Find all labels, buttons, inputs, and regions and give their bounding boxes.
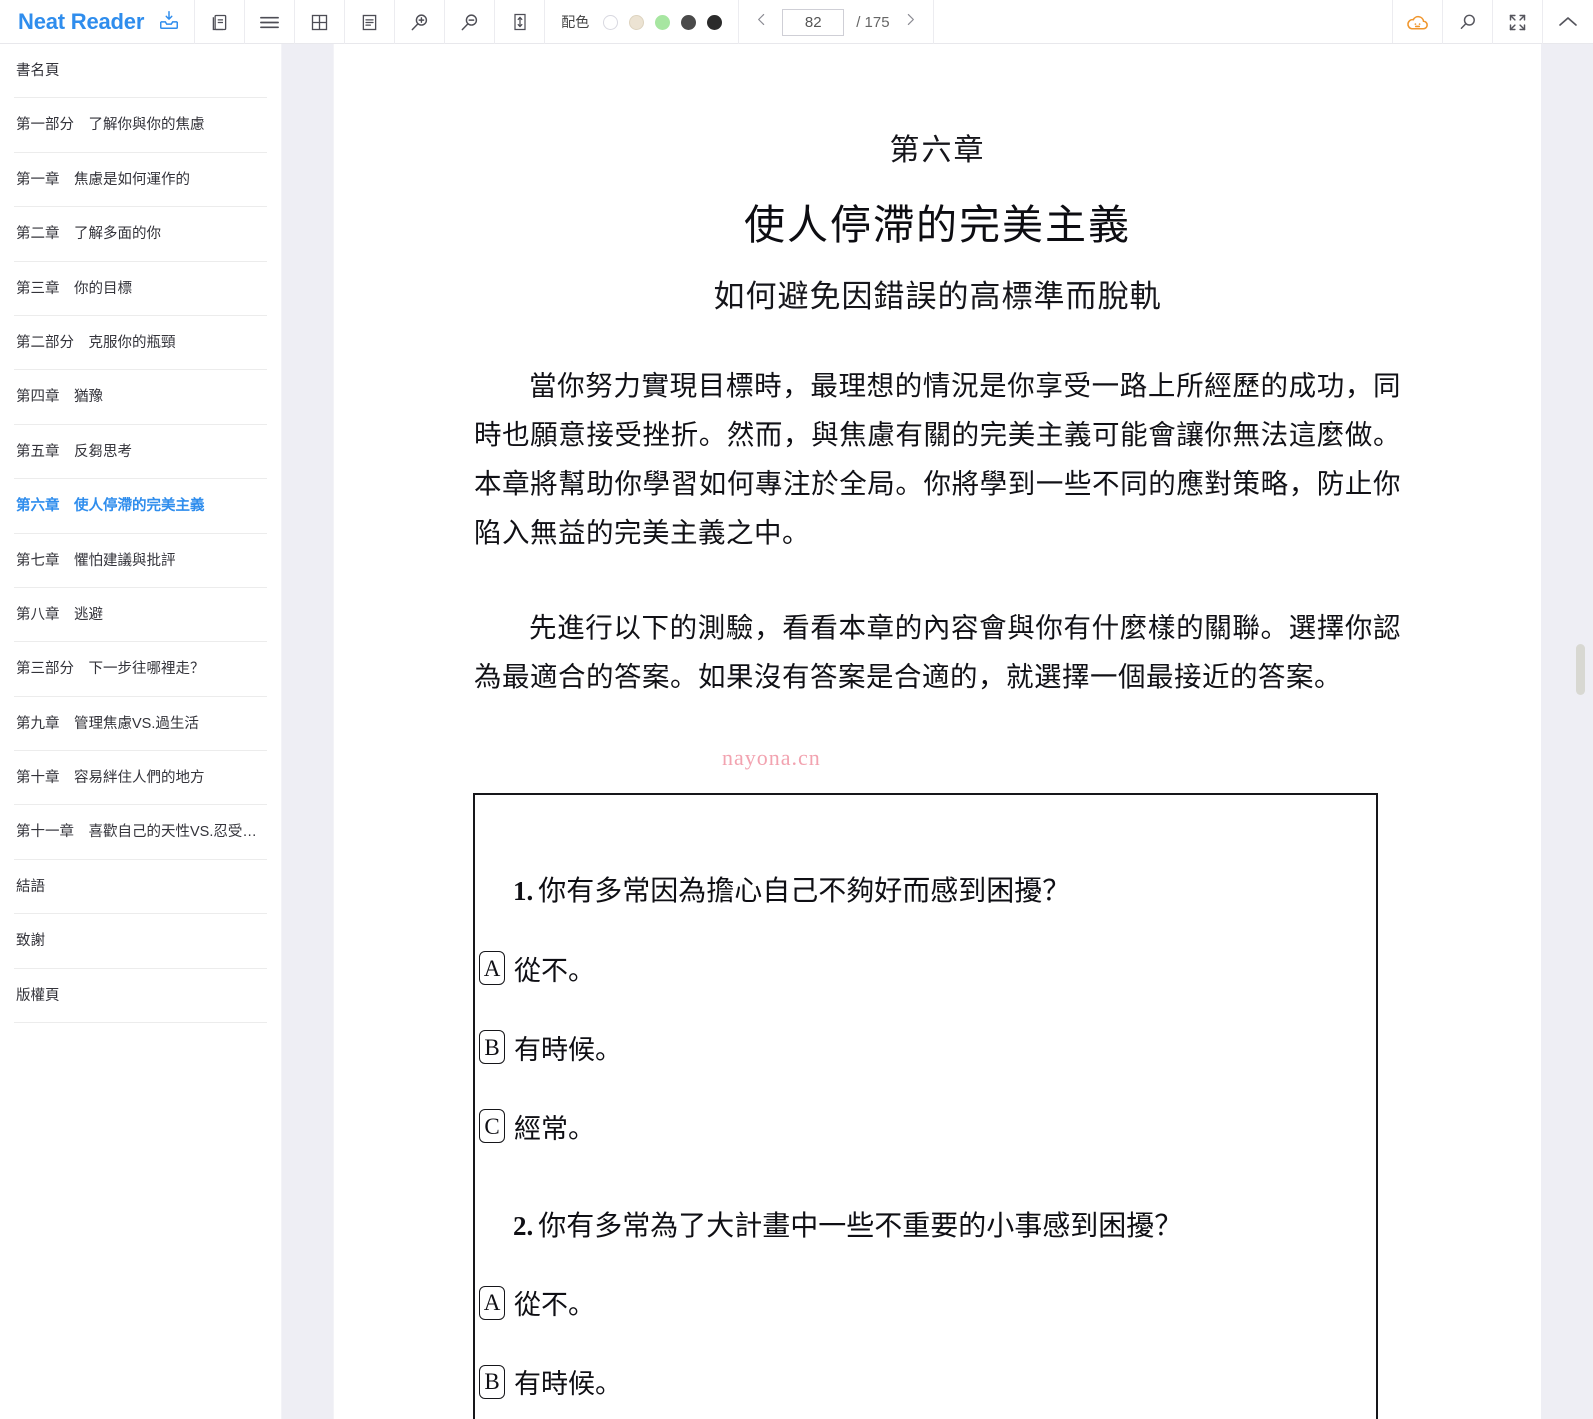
quiz-option-text-1-1: 有時候。 <box>514 1369 622 1400</box>
toc-sidebar: 書名頁 第一部分 了解你與你的焦慮 第一章 焦慮是如何運作的 第二章 了解多面的你 第三… <box>0 44 281 1419</box>
toc-item-11[interactable]: 第三部分 下一步往哪裡走？ <box>14 642 267 697</box>
menu-lines-icon[interactable] <box>245 0 296 44</box>
quiz-question-number-1: 2. <box>513 1210 534 1241</box>
toc-item-8[interactable]: 第六章 使人停滯的完美主義 <box>14 479 267 534</box>
toc-item-0[interactable]: 書名頁 <box>14 44 267 99</box>
zoom-in-icon[interactable] <box>395 0 446 44</box>
toc-item-5[interactable]: 第二部分 克服你的瓶頸 <box>14 316 267 371</box>
quiz-option-0-c[interactable]: C 經常。 <box>475 1107 1376 1146</box>
chevron-left-icon[interactable] <box>753 10 770 34</box>
quiz-content: 1. 你有多常因為擔心自己不夠好而感到困擾？ A 從不。 B 有時候。 C 經常。 2. 你有多常… <box>475 875 1376 1401</box>
quiz-question-text-0: 1. 你有多常因為擔心自己不夠好而感到困擾？ <box>513 875 1338 909</box>
body-paragraph-2: 先進行以下的測驗，看看本章的內容會與你有什麼樣的關聯。選擇你認為最適合的答案。如… <box>474 611 1401 692</box>
chevron-right-icon[interactable] <box>902 10 919 34</box>
cloud-sync-icon[interactable] <box>1393 0 1443 44</box>
text-layout-icon[interactable] <box>345 0 396 44</box>
toc-item-15[interactable]: 結語 <box>14 860 267 915</box>
quiz-option-text-0-2: 經常。 <box>514 1113 595 1144</box>
quiz-question-label-1: 你有多常為了大計畫中一些不重要的小事感到困擾？ <box>538 1210 1183 1242</box>
quiz-question-text-1: 2. 你有多常為了大計畫中一些不重要的小事感到困擾？ <box>513 1210 1338 1244</box>
quiz-option-letter-1-1: B <box>479 1364 505 1399</box>
quiz-option-1-a[interactable]: A 從不。 <box>475 1283 1376 1322</box>
body-paragraph-1: 當你努力實現目標時，最理想的情況是你享受一路上所經歷的成功，同時也願意接受挫折。… <box>474 370 1401 548</box>
app-title: Neat Reader <box>18 9 145 34</box>
toc-item-13[interactable]: 第十章 容易絆住人們的地方 <box>14 751 267 806</box>
chapter-title: 使人停滯的完美主義 <box>744 202 1131 248</box>
two-page-view-icon[interactable] <box>195 0 246 44</box>
scheme-white-swatch[interactable] <box>603 14 619 30</box>
right-rail <box>1541 44 1593 1419</box>
toolbar-spacer <box>934 0 1393 43</box>
fullscreen-icon[interactable] <box>1493 0 1543 44</box>
vertical-scrollbar-thumb[interactable] <box>1576 644 1585 695</box>
collapse-up-icon[interactable] <box>1543 0 1593 44</box>
page-number-input[interactable] <box>782 8 845 36</box>
quiz-option-letter-0-0: A <box>479 951 505 986</box>
quiz-option-1-b[interactable]: B 有時候。 <box>475 1362 1376 1401</box>
scheme-dark-gray-swatch[interactable] <box>681 14 697 30</box>
scheme-green-swatch[interactable] <box>655 14 671 30</box>
toc-item-12[interactable]: 第九章 管理焦慮VS.過生活 <box>14 697 267 752</box>
quiz-question-block-1: 2. 你有多常為了大計畫中一些不重要的小事感到困擾？ <box>475 1210 1376 1244</box>
toc-item-9[interactable]: 第七章 懼怕建議與批評 <box>14 534 267 588</box>
quiz-question-label-0: 你有多常因為擔心自己不夠好而感到困擾？ <box>538 876 1071 907</box>
line-height-icon[interactable] <box>495 0 546 44</box>
quiz-option-text-0-0: 從不。 <box>514 955 595 986</box>
toc-list: 書名頁 第一部分 了解你與你的焦慮 第一章 焦慮是如何運作的 第二章 了解多面的你 第三… <box>0 44 281 1024</box>
app-logo-group[interactable]: Neat Reader <box>0 0 196 44</box>
quiz-option-letter-0-1: B <box>479 1030 505 1065</box>
quiz-option-letter-0-2: C <box>479 1109 505 1144</box>
toc-item-7[interactable]: 第五章 反芻思考 <box>14 425 267 480</box>
toc-item-10[interactable]: 第八章 逃避 <box>14 588 267 643</box>
zoom-out-icon[interactable] <box>445 0 496 44</box>
toc-item-14[interactable]: 第十一章 喜歡自己的天性VS.忍受自… <box>14 805 267 860</box>
toc-item-6[interactable]: 第四章 猶豫 <box>14 370 267 425</box>
toc-item-17[interactable]: 版權頁 <box>14 969 267 1024</box>
search-icon[interactable] <box>1443 0 1493 44</box>
page-total-label: / 175 <box>856 13 890 31</box>
toc-item-1[interactable]: 第一部分 了解你與你的焦慮 <box>14 98 267 153</box>
quiz-option-0-a[interactable]: A 從不。 <box>475 949 1376 988</box>
quiz-option-text-1-0: 從不。 <box>514 1290 595 1321</box>
quiz-option-letter-1-0: A <box>479 1285 505 1320</box>
page-gutter <box>281 44 334 1419</box>
quiz-question-block-0: 1. 你有多常因為擔心自己不夠好而感到困擾？ <box>475 875 1376 909</box>
toc-item-16[interactable]: 致謝 <box>14 914 267 969</box>
reader-page: 第六章 使人停滯的完美主義 如何避免因錯誤的高標準而脫軌 當你努力實現目標時，最… <box>334 44 1541 1419</box>
chapter-number: 第六章 <box>889 134 986 167</box>
pager-group: / 175 <box>739 0 934 44</box>
scheme-black-swatch[interactable] <box>707 14 723 30</box>
top-toolbar: Neat Reader 配色 82 / 175 <box>0 0 1593 44</box>
quiz-box: 1. 你有多常因為擔心自己不夠好而感到困擾？ A 從不。 B 有時候。 C 經常。 2. 你有多常… <box>473 793 1378 1419</box>
color-scheme-group: 配色 <box>545 0 740 44</box>
toc-item-4[interactable]: 第三章 你的目標 <box>14 262 267 316</box>
chapter-subtitle: 如何避免因錯誤的高標準而脫軌 <box>713 279 1162 314</box>
watermark-text: nayona.cn <box>722 745 821 770</box>
save-to-inbox-icon[interactable] <box>158 9 180 36</box>
quiz-option-text-0-1: 有時候。 <box>514 1034 622 1065</box>
toc-item-3[interactable]: 第二章 了解多面的你 <box>14 207 267 262</box>
color-scheme-label: 配色 <box>561 14 590 30</box>
grid-layout-icon[interactable] <box>295 0 346 44</box>
toc-item-2[interactable]: 第一章 焦慮是如何運作的 <box>14 153 267 208</box>
scheme-sepia-swatch[interactable] <box>629 14 645 30</box>
quiz-option-0-b[interactable]: B 有時候。 <box>475 1028 1376 1067</box>
vertical-scrollbar-track[interactable] <box>1576 44 1589 1419</box>
quiz-question-number-0: 1. <box>513 876 534 906</box>
